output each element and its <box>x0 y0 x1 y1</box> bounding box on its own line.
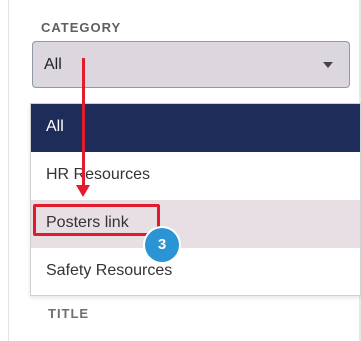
category-select[interactable]: All <box>32 41 350 88</box>
annotation-arrow <box>82 58 85 186</box>
category-label: CATEGORY <box>41 20 122 35</box>
option-safety-resources[interactable]: Safety Resources <box>31 248 360 296</box>
annotation-highlight-box <box>33 204 160 236</box>
caret-down-icon <box>323 62 333 68</box>
option-label: All <box>46 118 64 135</box>
step-badge: 3 <box>145 228 179 262</box>
title-label: TITLE <box>48 306 90 321</box>
category-select-value: All <box>44 56 62 73</box>
category-dropdown-menu: All HR Resources Posters link Safety Res… <box>30 103 361 296</box>
option-label: Safety Resources <box>46 262 173 279</box>
annotation-arrow-head <box>76 185 90 197</box>
option-label: HR Resources <box>46 166 151 183</box>
option-all[interactable]: All <box>31 104 360 152</box>
